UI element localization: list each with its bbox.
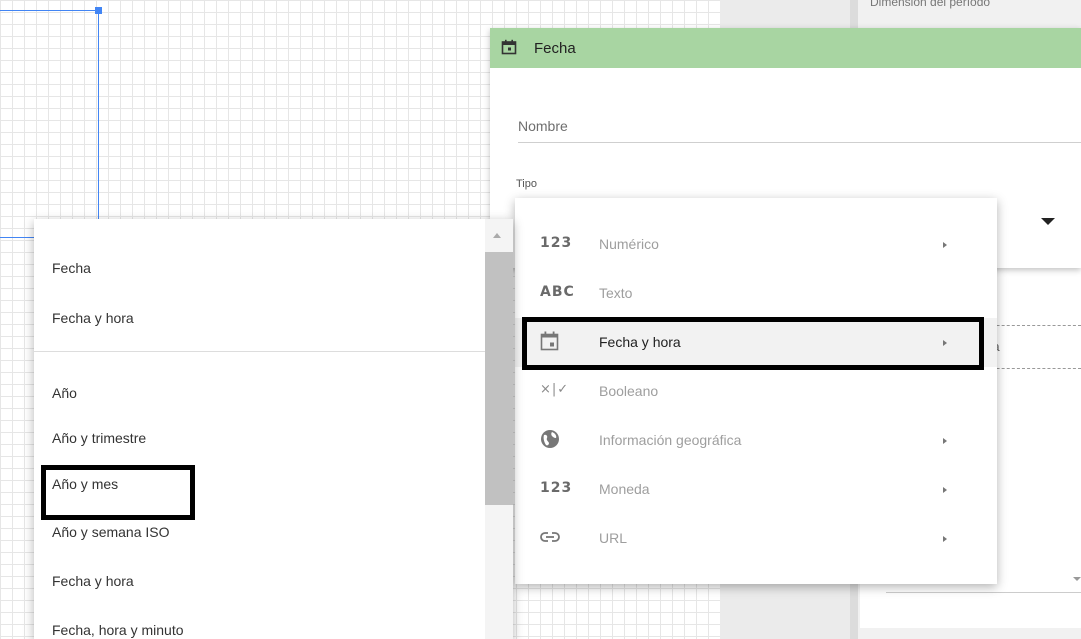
numeric-icon: 123 — [540, 235, 573, 251]
dialog-header: Fecha — [490, 28, 1081, 68]
submenu-arrow-icon — [943, 438, 947, 444]
resize-handle[interactable] — [95, 7, 102, 14]
menu-item-label: Texto — [599, 285, 633, 301]
menu-item-label: Moneda — [599, 481, 650, 497]
dialog-title: Fecha — [534, 40, 576, 57]
divider — [34, 351, 485, 352]
submenu-arrow-icon — [943, 242, 947, 248]
name-input[interactable]: Nombre — [518, 116, 1081, 143]
currency-icon: 123 — [540, 480, 573, 496]
menu-item-label: URL — [599, 530, 628, 546]
menu-item-label: Información geográfica — [599, 432, 742, 448]
calendar-icon — [501, 39, 517, 55]
highlight-frame — [41, 465, 195, 520]
type-menu: 123 Numérico ABC Texto Fecha y hora ×|✓ … — [515, 198, 997, 584]
menu-item-label: Booleano — [599, 383, 659, 399]
field-underline — [886, 592, 1081, 593]
type-dropdown-caret-icon[interactable] — [1041, 218, 1055, 225]
list-item[interactable]: Fecha y hora — [52, 310, 134, 326]
menu-item-url[interactable]: URL — [515, 514, 997, 563]
menu-item-numeric[interactable]: 123 Numérico — [515, 220, 997, 269]
submenu-arrow-icon — [943, 536, 947, 542]
list-item[interactable]: Fecha, hora y minuto — [52, 622, 184, 638]
list-item[interactable]: Año y semana ISO — [52, 524, 170, 540]
panel-heading: Dimensión del período — [870, 0, 991, 9]
list-item[interactable]: Fecha — [52, 260, 91, 276]
menu-item-geo[interactable]: Información geográfica — [515, 416, 997, 465]
type-label: Tipo — [516, 178, 537, 190]
link-icon — [540, 532, 560, 542]
highlight-frame — [522, 317, 984, 370]
selection-outline — [0, 10, 98, 11]
globe-icon — [541, 430, 559, 448]
text-icon: ABC — [540, 284, 575, 300]
selection-outline — [0, 237, 34, 238]
list-item[interactable]: Año — [52, 385, 77, 401]
dropdown-caret-icon[interactable] — [1073, 577, 1081, 581]
scrollbar-thumb[interactable] — [485, 252, 513, 505]
menu-item-label: Numérico — [599, 236, 659, 252]
list-item[interactable]: Año y trimestre — [52, 430, 146, 446]
menu-item-currency[interactable]: 123 Moneda — [515, 465, 997, 514]
menu-item-text[interactable]: ABC Texto — [515, 269, 997, 318]
submenu-arrow-icon — [943, 487, 947, 493]
list-item[interactable]: Fecha y hora — [52, 573, 134, 589]
scroll-up-icon[interactable] — [493, 233, 501, 238]
date-time-submenu: Fecha Fecha y hora Año Año y trimestre A… — [34, 219, 513, 639]
menu-item-boolean[interactable]: ×|✓ Booleano — [515, 367, 997, 416]
selection-outline — [98, 10, 99, 240]
boolean-icon: ×|✓ — [540, 382, 570, 397]
